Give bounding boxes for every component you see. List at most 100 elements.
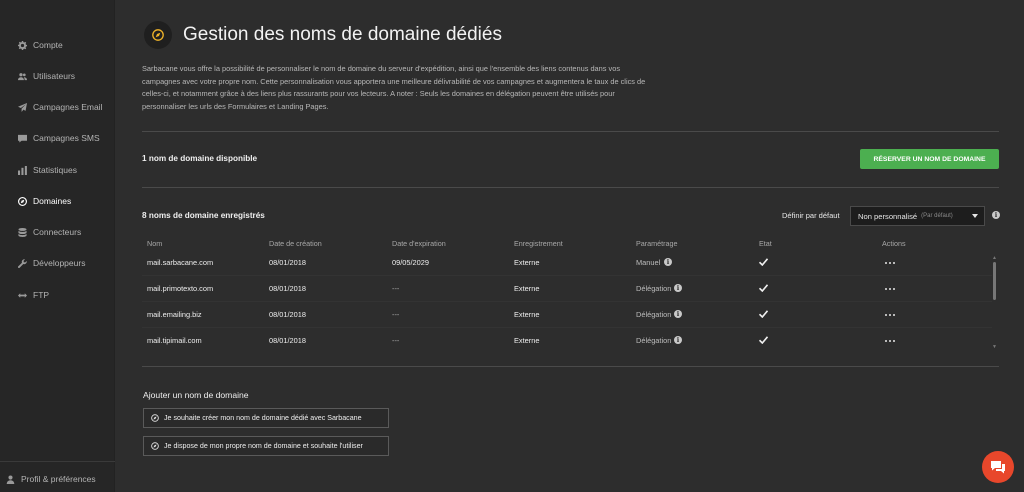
intro-text: Sarbacane vous offre la possibilité de p…	[142, 64, 646, 112]
database-icon	[17, 227, 27, 237]
info-icon[interactable]: i	[674, 336, 682, 344]
compass-icon	[17, 196, 27, 206]
registered-count: 8 noms de domaine enregistrés	[142, 211, 265, 220]
paper-plane-icon	[17, 102, 27, 112]
profile-label: Profil & préférences	[21, 474, 96, 484]
column-header-etat[interactable]: Etat	[759, 239, 772, 248]
registration-type: Externe	[514, 258, 540, 267]
column-header-parametrage[interactable]: Paramétrage	[636, 239, 678, 248]
info-icon[interactable]: i	[992, 211, 1000, 219]
page-title: Gestion des noms de domaine dédiés	[183, 24, 502, 45]
column-header-actions: Actions	[882, 239, 906, 248]
row-divider	[142, 327, 992, 328]
chevron-down-icon	[972, 214, 978, 218]
create-domain-option[interactable]: Je souhaite créer mon nom de domaine déd…	[143, 408, 389, 428]
domain-name: mail.tipimail.com	[147, 336, 202, 345]
check-icon	[759, 310, 768, 318]
domain-name: mail.sarbacane.com	[147, 258, 214, 267]
column-header-nom[interactable]: Nom	[147, 239, 162, 248]
main-content: Gestion des noms de domaine dédiés Sarba…	[116, 0, 1024, 492]
default-domain-select[interactable]: Non personnalisé (Par défaut)	[850, 206, 985, 226]
sidebar-item-domaines[interactable]: Domaines	[0, 191, 115, 211]
compass-icon	[151, 414, 159, 422]
sidebar-item-utilisateurs[interactable]: Utilisateurs	[0, 66, 115, 86]
own-domain-label: Je dispose de mon propre nom de domaine …	[164, 442, 363, 450]
gear-icon	[17, 40, 27, 50]
app-window: Compte Utilisateurs Campagnes Email Camp…	[0, 0, 1024, 492]
domain-name: mail.primotexto.com	[147, 284, 214, 293]
scroll-down-arrow[interactable]: ▼	[992, 344, 997, 350]
setting-type: Manuel	[636, 258, 661, 267]
chat-icon	[991, 460, 1005, 473]
info-icon[interactable]: i	[664, 258, 672, 266]
sidebar-item-ftp[interactable]: FTP	[0, 285, 115, 305]
sidebar-item-compte[interactable]: Compte	[0, 35, 115, 55]
sidebar-footer: Profil & préférences	[0, 461, 115, 492]
sidebar-item-connecteurs[interactable]: Connecteurs	[0, 222, 115, 242]
sidebar-item-statistiques[interactable]: Statistiques	[0, 160, 115, 180]
default-hint: (Par défaut)	[921, 213, 953, 219]
info-icon[interactable]: i	[674, 284, 682, 292]
chat-bubble-icon	[17, 133, 27, 143]
divider	[142, 366, 999, 367]
user-icon	[5, 474, 15, 484]
sidebar-item-campagnes-email[interactable]: Campagnes Email	[0, 97, 115, 117]
check-icon	[759, 284, 768, 292]
more-actions-button[interactable]	[885, 338, 895, 344]
row-divider	[142, 275, 992, 276]
sidebar-item-label: Connecteurs	[33, 227, 82, 237]
created-date: 08/01/2018	[269, 336, 306, 345]
row-divider	[142, 301, 992, 302]
divider	[142, 187, 999, 188]
sidebar-item-label: Domaines	[33, 196, 72, 206]
sidebar-item-label: Statistiques	[33, 165, 77, 175]
compass-icon	[144, 21, 172, 49]
table-scrollbar[interactable]	[993, 262, 996, 300]
users-icon	[17, 71, 27, 81]
sidebar: Compte Utilisateurs Campagnes Email Camp…	[0, 0, 115, 492]
wrench-icon	[17, 258, 27, 268]
sidebar-item-campagnes-sms[interactable]: Campagnes SMS	[0, 128, 115, 148]
registration-type: Externe	[514, 284, 540, 293]
setting-type: Délégation	[636, 336, 672, 345]
bar-chart-icon	[17, 165, 27, 175]
create-domain-label: Je souhaite créer mon nom de domaine déd…	[164, 414, 362, 422]
column-header-date-expiration[interactable]: Date d'expiration	[392, 239, 446, 248]
arrows-icon	[17, 290, 27, 300]
column-header-date-creation[interactable]: Date de création	[269, 239, 322, 248]
created-date: 08/01/2018	[269, 284, 306, 293]
registration-type: Externe	[514, 336, 540, 345]
own-domain-option[interactable]: Je dispose de mon propre nom de domaine …	[143, 436, 389, 456]
compass-icon	[151, 442, 159, 450]
profile-link[interactable]: Profil & préférences	[0, 469, 115, 489]
created-date: 08/01/2018	[269, 310, 306, 319]
info-icon[interactable]: i	[674, 310, 682, 318]
setting-type: Délégation	[636, 284, 672, 293]
more-actions-button[interactable]	[885, 312, 895, 318]
more-actions-button[interactable]	[885, 260, 895, 266]
check-icon	[759, 258, 768, 266]
more-actions-button[interactable]	[885, 286, 895, 292]
divider	[142, 131, 999, 132]
default-label: Définir par défaut	[782, 211, 840, 220]
sidebar-item-label: Campagnes Email	[33, 102, 103, 112]
sidebar-item-developpeurs[interactable]: Développeurs	[0, 253, 115, 273]
default-value: Non personnalisé	[858, 211, 918, 221]
setting-type: Délégation	[636, 310, 672, 319]
column-header-enregistrement[interactable]: Enregistrement	[514, 239, 563, 248]
add-domain-title: Ajouter un nom de domaine	[143, 390, 249, 400]
expiration-date: ---	[392, 310, 400, 319]
sidebar-item-label: Développeurs	[33, 258, 86, 268]
registration-type: Externe	[514, 310, 540, 319]
scroll-up-arrow[interactable]: ▲	[992, 255, 997, 261]
chat-button[interactable]	[982, 451, 1014, 483]
expiration-date: ---	[392, 336, 400, 345]
reserve-domain-button[interactable]: RÉSERVER UN NOM DE DOMAINE	[860, 149, 999, 169]
sidebar-item-label: Campagnes SMS	[33, 133, 100, 143]
available-count: 1 nom de domaine disponible	[142, 154, 258, 163]
expiration-date: 09/05/2029	[392, 258, 429, 267]
expiration-date: ---	[392, 284, 400, 293]
created-date: 08/01/2018	[269, 258, 306, 267]
check-icon	[759, 336, 768, 344]
domain-name: mail.emailing.biz	[147, 310, 202, 319]
